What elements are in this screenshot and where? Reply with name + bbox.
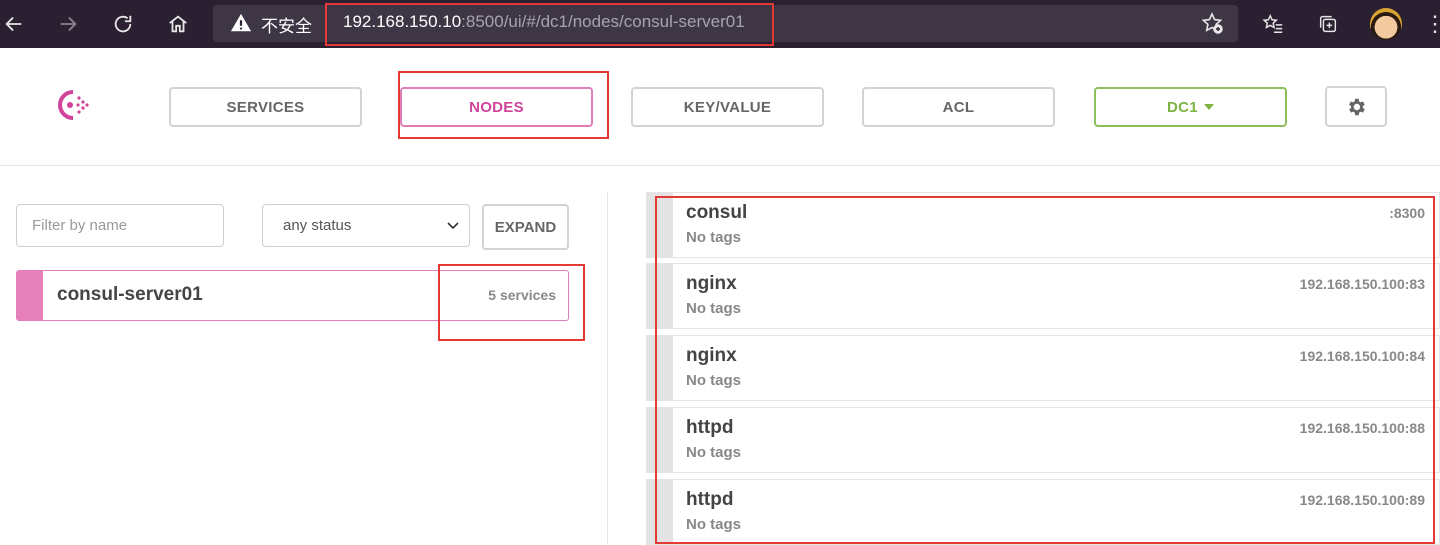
warning-icon[interactable] xyxy=(230,12,252,34)
consul-logo-icon[interactable] xyxy=(53,88,91,122)
service-name: consul xyxy=(686,202,748,223)
tab-acl[interactable]: ACL xyxy=(862,87,1055,127)
service-status-bar xyxy=(647,336,673,400)
expand-button[interactable]: EXPAND xyxy=(482,204,569,250)
insecure-label[interactable]: 不安全 xyxy=(261,12,312,37)
forward-icon[interactable] xyxy=(54,10,82,38)
tab-services[interactable]: SERVICES xyxy=(169,87,362,127)
service-status-bar xyxy=(647,193,673,257)
service-address: 192.168.150.100:88 xyxy=(1299,420,1425,436)
gear-icon xyxy=(1349,98,1365,115)
node-services-count: 5 services xyxy=(488,287,556,303)
status-select[interactable]: any status xyxy=(262,204,470,247)
service-row[interactable]: consul No tags :8300 xyxy=(646,192,1440,258)
node-name: consul-server01 xyxy=(57,284,203,305)
datacenter-label: DC1 xyxy=(1167,98,1198,116)
service-name: httpd xyxy=(686,417,734,438)
home-icon[interactable] xyxy=(164,10,192,38)
service-status-bar xyxy=(647,264,673,328)
url-path: :8500/ui/#/dc1/nodes/consul-server01 xyxy=(461,12,745,31)
service-row[interactable]: nginx No tags 192.168.150.100:84 xyxy=(646,335,1440,401)
service-address: :8300 xyxy=(1389,205,1425,221)
url-host: 192.168.150.10 xyxy=(343,12,462,31)
service-tags: No tags xyxy=(686,372,742,389)
filter-by-name-input[interactable] xyxy=(16,204,224,247)
service-name: nginx xyxy=(686,273,737,294)
service-address: 192.168.150.100:89 xyxy=(1299,492,1425,508)
reload-icon[interactable] xyxy=(109,10,137,38)
browser-toolbar: 不安全 192.168.150.10:8500/ui/#/dc1/nodes/c… xyxy=(0,0,1440,48)
service-tags: No tags xyxy=(686,300,742,317)
service-row[interactable]: nginx No tags 192.168.150.100:83 xyxy=(646,263,1440,329)
tab-nodes[interactable]: NODES xyxy=(400,87,593,127)
node-status-bar xyxy=(17,271,43,320)
service-row[interactable]: httpd No tags 192.168.150.100:88 xyxy=(646,407,1440,473)
node-list-item[interactable]: consul-server01 5 services xyxy=(16,270,569,321)
consul-header: SERVICES NODES KEY/VALUE ACL DC1 xyxy=(0,48,1440,166)
service-status-bar xyxy=(647,408,673,472)
datacenter-dropdown[interactable]: DC1 xyxy=(1094,87,1287,127)
chevron-down-icon xyxy=(447,222,459,230)
status-select-value: any status xyxy=(283,217,352,234)
service-name: nginx xyxy=(686,345,737,366)
collections-icon[interactable] xyxy=(1314,10,1342,38)
column-divider xyxy=(607,192,608,544)
caret-down-icon xyxy=(1203,104,1214,110)
tab-key-value[interactable]: KEY/VALUE xyxy=(631,87,824,127)
service-address: 192.168.150.100:83 xyxy=(1299,276,1425,292)
service-status-bar xyxy=(647,480,673,544)
url-text[interactable]: 192.168.150.10:8500/ui/#/dc1/nodes/consu… xyxy=(343,12,745,32)
service-tags: No tags xyxy=(686,444,742,461)
settings-button[interactable] xyxy=(1325,86,1387,127)
service-tags: No tags xyxy=(686,516,742,533)
profile-avatar[interactable] xyxy=(1370,8,1402,40)
add-favorite-icon[interactable] xyxy=(1200,11,1226,37)
back-icon[interactable] xyxy=(0,10,28,38)
service-row[interactable]: httpd No tags 192.168.150.100:89 xyxy=(646,479,1440,545)
service-name: httpd xyxy=(686,489,734,510)
more-icon[interactable]: ⋮ xyxy=(1424,10,1440,38)
favorites-icon[interactable] xyxy=(1259,10,1287,38)
service-tags: No tags xyxy=(686,229,742,246)
service-address: 192.168.150.100:84 xyxy=(1299,348,1425,364)
